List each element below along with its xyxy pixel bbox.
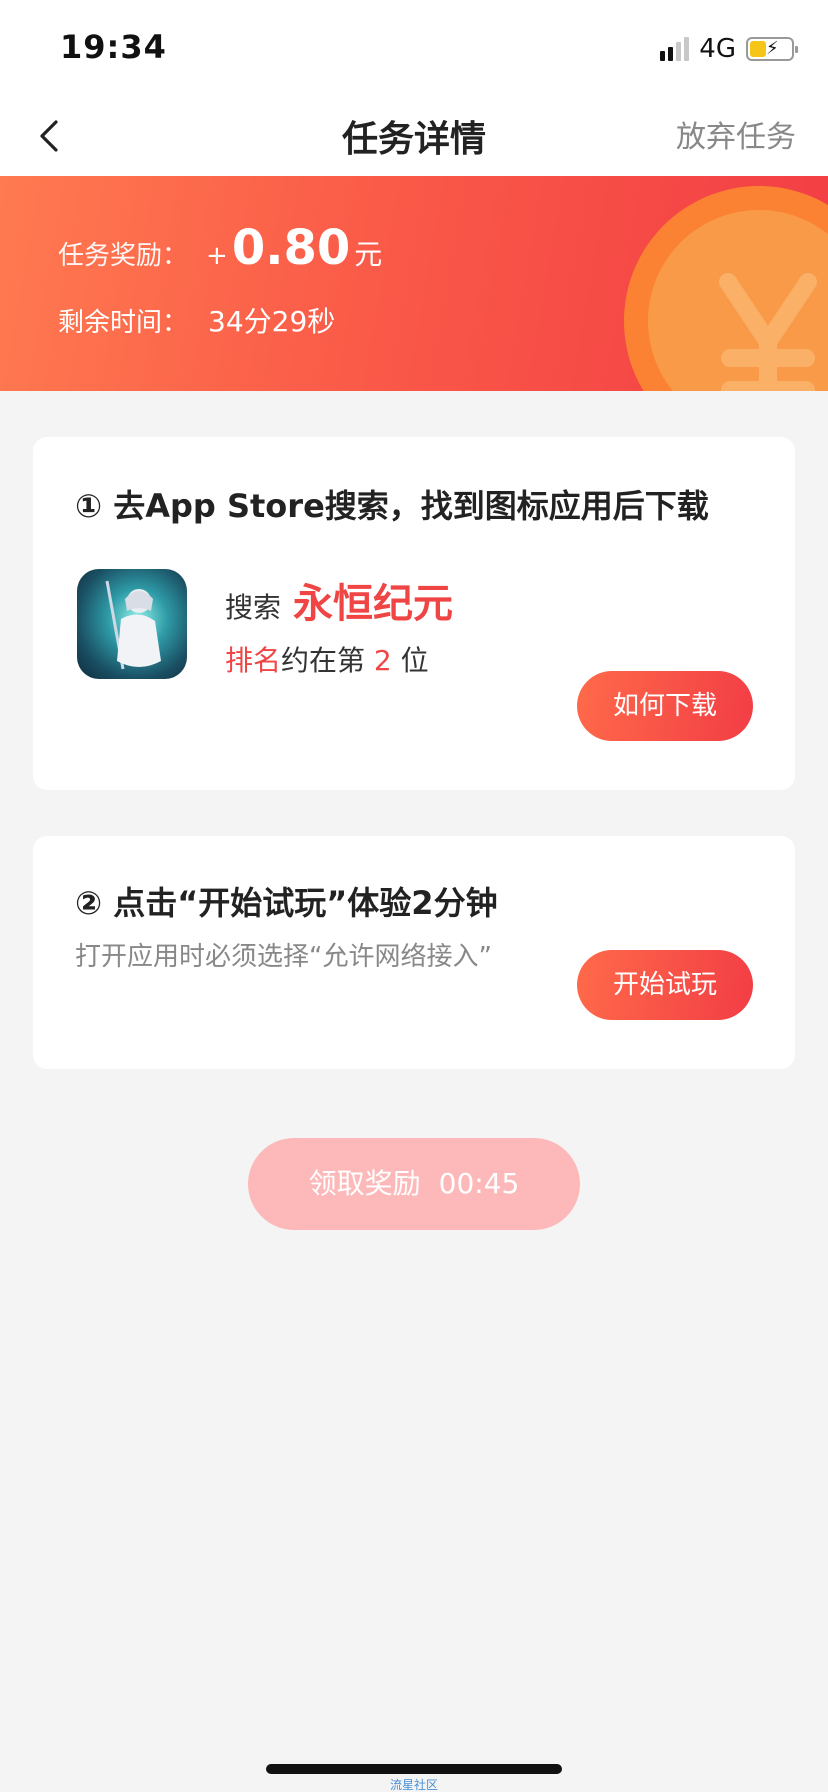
reward-label: 任务奖励： (58, 241, 189, 271)
step-2-title: ② 点击“开始试玩”体验2分钟 (75, 884, 498, 922)
battery-icon: ⚡ (746, 37, 798, 61)
reward-unit: 元 (354, 238, 383, 271)
abandon-task-button[interactable]: 放弃任务 (676, 112, 796, 156)
claim-reward-label: 领取奖励 (308, 1167, 421, 1200)
step-2-note: 打开应用时必须选择“允许网络接入” (75, 942, 492, 972)
rank-line: 排名约在第 2 位 (225, 639, 429, 679)
remaining-time-value: 34分29秒 (208, 305, 336, 338)
status-bar: 19:34 4G ⚡ (0, 0, 828, 100)
rank-number: 2 (373, 644, 392, 677)
start-trial-button[interactable]: 开始试玩 (577, 950, 753, 1020)
coin-face (648, 210, 828, 391)
yen-coin-icon (624, 186, 828, 391)
remaining-time-row: 剩余时间： 34分29秒 (58, 300, 335, 340)
search-label: 搜索 (225, 591, 282, 624)
status-time: 19:34 (60, 28, 167, 66)
rank-text: 约在第 (281, 644, 374, 677)
step-1-card: ① 去App Store搜索，找到图标应用后下载 搜索 永恒纪元 排名约在第 2… (33, 437, 795, 790)
status-indicators: 4G ⚡ (660, 34, 798, 64)
rank-suffix: 位 (391, 644, 429, 677)
nav-bar: 任务详情 放弃任务 (0, 100, 828, 176)
reward-row: 任务奖励： + 0.80 元 (58, 220, 382, 276)
network-label: 4G (699, 34, 736, 64)
how-to-download-button[interactable]: 如何下载 (577, 671, 753, 741)
home-indicator (266, 1764, 562, 1774)
rank-label: 排名 (225, 644, 282, 677)
remaining-time-label: 剩余时间： (58, 308, 189, 338)
reward-banner: 任务奖励： + 0.80 元 剩余时间： 34分29秒 (0, 176, 828, 391)
battery-level (750, 41, 766, 57)
step-2-card: ② 点击“开始试玩”体验2分钟 打开应用时必须选择“允许网络接入” 开始试玩 (33, 836, 795, 1069)
reward-amount: 0.80 (231, 220, 351, 276)
reward-plus: + (206, 241, 228, 271)
signal-icon (660, 37, 690, 61)
claim-reward-button[interactable]: 领取奖励 00:45 (248, 1138, 580, 1230)
yen-symbol-icon (719, 273, 817, 391)
charging-bolt-icon: ⚡ (766, 38, 779, 59)
screen: 19:34 4G ⚡ 任务详情 放弃任务 任务奖励： + 0.80 元 剩余时间… (0, 0, 828, 1792)
search-keyword: 永恒纪元 (293, 581, 454, 627)
app-icon (77, 569, 187, 679)
game-character-icon (105, 580, 161, 670)
step-1-title: ① 去App Store搜索，找到图标应用后下载 (75, 487, 709, 525)
claim-countdown: 00:45 (438, 1167, 520, 1200)
search-line: 搜索 永恒纪元 (225, 571, 453, 629)
watermark-text: 流星社区 (389, 1778, 438, 1792)
